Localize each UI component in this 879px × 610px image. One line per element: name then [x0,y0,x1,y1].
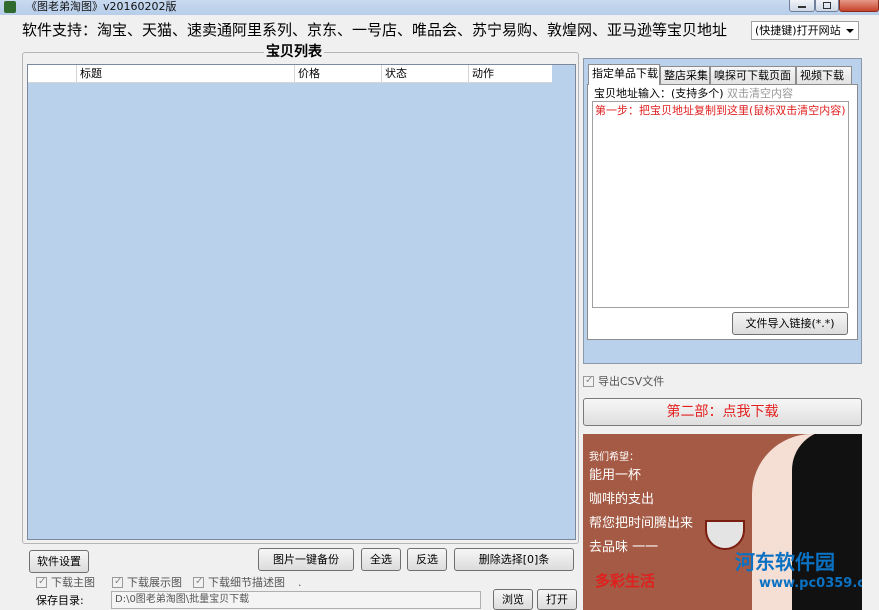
download-main-checkbox[interactable]: 下载主图 [36,575,95,590]
checkbox-icon [112,575,123,588]
download-detail-checkbox[interactable]: 下载细节描述图 [193,575,285,590]
maximize-icon [823,2,831,9]
tab-sniff-pages[interactable]: 嗅探可下载页面 [710,66,796,85]
ad-colorful-life: 多彩生活 [595,572,656,590]
import-links-button[interactable]: 文件导入链接(*.*) [732,312,848,335]
settings-button[interactable]: 软件设置 [29,550,89,573]
step-one-instruction: 第一步：把宝贝地址复制到这里(鼠标双击清空内容) [595,104,846,117]
start-download-button[interactable]: 第二部：点我下载 [583,398,862,426]
checkbox-icon [193,575,204,588]
download-main-label: 下载主图 [51,576,95,589]
minimize-button[interactable] [789,0,815,12]
browse-button[interactable]: 浏览 [493,589,533,610]
column-header-price[interactable]: 价格 [294,65,381,83]
invert-selection-button[interactable]: 反选 [407,548,447,571]
chevron-down-icon [846,29,854,33]
close-button[interactable] [839,0,879,12]
backup-images-button[interactable]: 图片一键备份 [258,548,354,571]
save-directory-field[interactable]: D:\0图老弟淘图\批量宝贝下载 [111,591,481,609]
tab-single-item-download[interactable]: 指定单品下载 [588,64,660,85]
minimize-icon [798,6,806,8]
url-input-textarea[interactable] [592,101,849,308]
ad-line-1: 我们希望： [589,452,639,463]
ad-line-5: 去品味 一一 [589,540,659,555]
ad-website: www.pc0359.cn [759,576,862,591]
list-header: 标题 价格 状态 动作 [28,65,552,83]
save-directory-label: 保存目录: [36,594,84,607]
item-list-title: 宝贝列表 [264,44,324,60]
window-title: 《图老弟淘图》v20160202版 [26,0,177,13]
quick-open-site-select[interactable]: (快捷键)打开网站 [751,21,859,40]
download-display-checkbox[interactable]: 下载展示图 [112,575,182,590]
tab-video-download[interactable]: 视频下载 [796,66,852,85]
app-icon [4,1,16,13]
column-header-checkbox[interactable] [28,65,76,83]
ad-brand-name: 河东软件园 [735,550,835,574]
supported-sites-text: 软件支持：淘宝、天猫、速卖通阿里系列、京东、一号店、唯品会、苏宁易购、敦煌网、亚… [22,21,728,39]
quick-open-site-value: (快捷键)打开网站 [755,24,841,37]
url-input-hint: 双击清空内容 [727,87,793,100]
advertisement-banner[interactable]: 我们希望： 能用一杯 咖啡的支出 帮您把时间腾出来 去品味 一一 多彩生活 河东… [583,434,862,610]
title-bar: 《图老弟淘图》v20160202版 [0,0,879,15]
maximize-button[interactable] [815,0,839,12]
export-csv-label: 导出CSV文件 [598,375,665,388]
download-detail-label: 下载细节描述图 [208,576,285,589]
checkbox-icon [36,575,47,588]
ad-line-3: 咖啡的支出 [589,492,655,507]
close-icon [855,2,863,4]
column-header-title[interactable]: 标题 [76,65,294,83]
checkbox-icon [583,374,594,387]
download-display-label: 下载展示图 [127,576,182,589]
options-dot: . [298,576,302,589]
column-header-status[interactable]: 状态 [381,65,468,83]
open-folder-button[interactable]: 打开 [537,589,577,610]
ad-line-4: 帮您把时间腾出来 [589,516,694,531]
export-csv-checkbox[interactable]: 导出CSV文件 [583,374,665,389]
column-header-action[interactable]: 动作 [468,65,552,83]
select-all-button[interactable]: 全选 [361,548,401,571]
item-list[interactable]: 标题 价格 状态 动作 [27,64,576,540]
url-input-label: 宝贝地址输入：(支持多个) [594,87,724,100]
ad-line-2: 能用一杯 [589,468,642,483]
tab-shop-collect[interactable]: 整店采集 [660,66,710,85]
delete-selected-button[interactable]: 删除选择[0]条 [454,548,574,571]
